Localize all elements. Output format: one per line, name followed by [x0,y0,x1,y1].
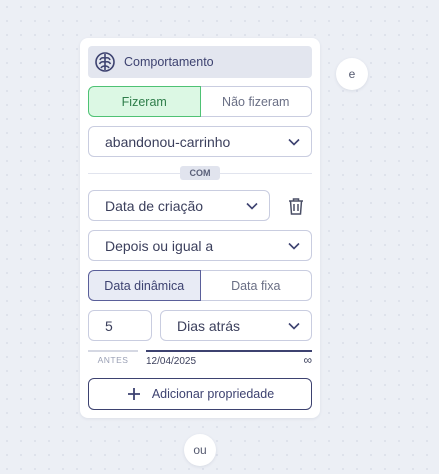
chevron-down-icon [287,239,301,253]
date-mode-toggle: Data dinâmica Data fixa [88,270,312,301]
performed-toggle: Fizeram Não fizeram [88,86,312,117]
operator-select-value: Depois ou igual a [105,237,214,254]
add-property-button[interactable]: Adicionar propriedade [88,378,312,410]
not-performed-option[interactable]: Não fizeram [200,86,312,117]
and-connector[interactable]: e [336,58,368,90]
dynamic-date-option[interactable]: Data dinâmica [88,270,201,301]
infinity-symbol: ∞ [303,353,312,367]
divider [220,173,312,174]
unit-select-value: Dias atrás [177,317,241,334]
event-select[interactable]: abandonou-carrinho [88,126,312,157]
fixed-date-option[interactable]: Data fixa [200,270,312,301]
or-connector[interactable]: ou [184,434,216,466]
divider [88,173,180,174]
event-select-value: abandonou-carrinho [105,133,231,150]
performed-option[interactable]: Fizeram [88,86,201,117]
operator-select[interactable]: Depois ou igual a [88,230,312,261]
behavior-title: Comportamento [124,55,214,69]
chevron-down-icon [287,135,301,149]
with-badge: COM [180,166,220,180]
chevron-down-icon [245,199,259,213]
amount-input[interactable]: 5 [88,310,152,341]
chevron-down-icon [287,319,301,333]
date-range-bar: 12/04/2025 ∞ [146,350,312,368]
before-label: ANTES [88,350,138,368]
unit-select[interactable]: Dias atrás [160,310,312,341]
trash-icon[interactable] [285,195,307,217]
plus-icon [126,386,142,402]
property-select-value: Data de criação [105,197,204,214]
brain-icon [94,51,116,73]
behavior-filter-card: Comportamento Fizeram Não fizeram abando… [80,38,320,418]
behavior-header: Comportamento [88,46,312,78]
range-date: 12/04/2025 [146,356,197,367]
add-property-label: Adicionar propriedade [151,387,275,401]
property-select[interactable]: Data de criação [88,190,270,221]
